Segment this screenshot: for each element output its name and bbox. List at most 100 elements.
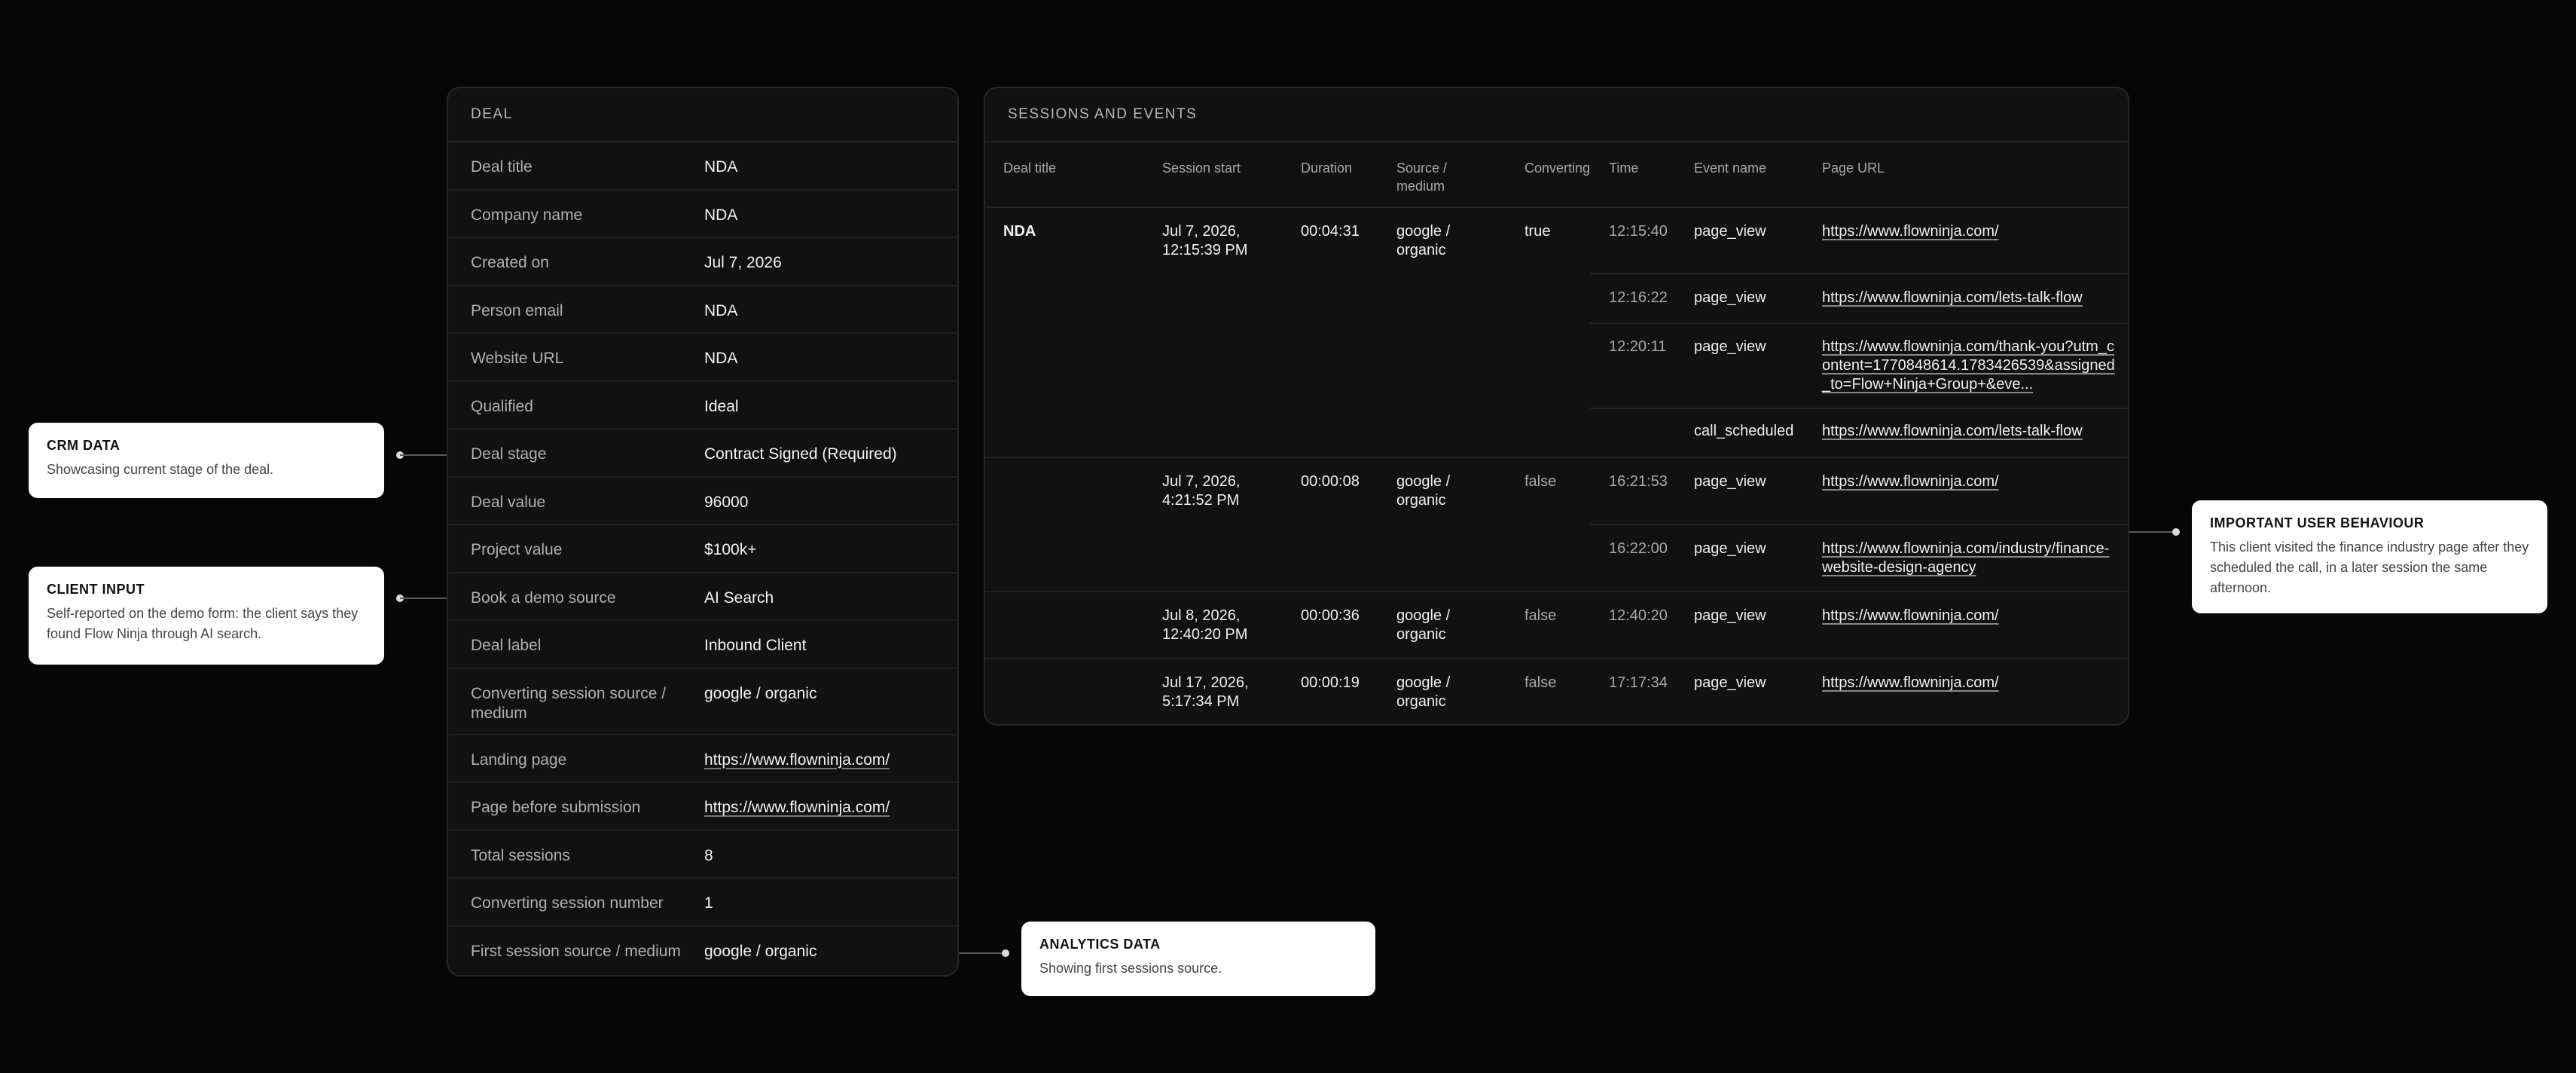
deal-title-cell: NDA — [1003, 223, 1036, 240]
sessions-panel: SESSIONS AND EVENTS Deal title Session s… — [984, 87, 2129, 726]
deal-rows: Deal title NDA Company name NDA Created on… — [448, 142, 957, 974]
callout-description: Showcasing current stage of the deal. — [47, 462, 274, 477]
connector-dot — [1002, 949, 1009, 957]
connector-line — [400, 454, 447, 456]
deal-key: Deal value — [471, 493, 546, 511]
deal-key: Converting session number — [471, 894, 664, 912]
session-start-cell: Jul 17, 2026, 5:17:34 PM — [1162, 674, 1249, 710]
deal-value: google / organic — [704, 684, 817, 702]
col-header-event-name: Event name — [1694, 160, 1767, 176]
deal-row-converting-number: Converting session number 1 — [448, 879, 957, 927]
source-cell: google / organic — [1396, 607, 1451, 643]
deal-panel: DEAL Deal title NDA Company name NDA Creat… — [447, 87, 959, 977]
event-time-cell: 16:21:53 — [1609, 473, 1668, 490]
deal-row-email: Person email NDA — [448, 286, 957, 334]
event-time-cell: 12:16:22 — [1609, 289, 1668, 306]
event-time-cell: 12:15:40 — [1609, 223, 1668, 240]
deal-key: Book a demo source — [471, 588, 616, 607]
col-header-duration: Duration — [1301, 160, 1353, 176]
event-name-cell: page_view — [1694, 607, 1766, 624]
duration-cell: 00:00:19 — [1301, 674, 1360, 691]
deal-row-deal-value: Deal value 96000 — [448, 478, 957, 525]
page-url-link[interactable]: https://www.flowninja.com/ — [1822, 222, 1999, 241]
deal-row-first-source: First session source / medium google / or… — [448, 927, 957, 975]
event-name-cell: page_view — [1694, 223, 1766, 240]
deal-value: NDA — [704, 350, 738, 367]
event-name-cell: page_view — [1694, 338, 1766, 355]
deal-key: Converting session source / medium — [471, 684, 667, 722]
deal-panel-header: DEAL — [448, 88, 957, 142]
deal-value: Ideal — [704, 397, 739, 415]
deal-row-project-value: Project value $100k+ — [448, 525, 957, 573]
page-url-link[interactable]: https://www.flowninja.com/thank-you?utm_… — [1822, 338, 2116, 394]
event-divider — [1590, 323, 2128, 324]
session-divider — [985, 658, 2128, 659]
page-url-link[interactable]: https://www.flowninja.com/lets-talk-flow — [1822, 289, 2083, 307]
event-time-cell: 12:20:11 — [1609, 338, 1667, 355]
deal-key: Project value — [471, 541, 563, 558]
event-divider — [1590, 408, 2128, 409]
page-url-link[interactable]: https://www.flowninja.com/ — [1822, 607, 1999, 625]
callout-analytics-data: ANALYTICS DATA Showing first sessions so… — [1021, 922, 1375, 996]
deal-key: Landing page — [471, 750, 567, 769]
converting-cell: true — [1525, 223, 1551, 240]
event-divider — [1590, 273, 2128, 274]
deal-value: NDA — [704, 158, 738, 176]
duration-cell: 00:00:36 — [1301, 607, 1360, 624]
session-start-cell: Jul 7, 2026, 12:15:39 PM — [1162, 223, 1248, 258]
callout-title: ANALYTICS DATA — [1039, 937, 1161, 952]
event-time-cell: 17:17:34 — [1609, 674, 1668, 691]
source-cell: google / organic — [1396, 473, 1451, 509]
event-name-cell: page_view — [1694, 289, 1766, 306]
connector-line — [2129, 531, 2176, 533]
callout-crm-data: CRM DATA Showcasing current stage of the… — [29, 423, 384, 498]
event-name-cell: page_view — [1694, 540, 1766, 557]
deal-value: AI Search — [704, 588, 774, 607]
source-cell: google / organic — [1396, 674, 1451, 710]
sessions-panel-header: SESSIONS AND EVENTS — [985, 88, 2128, 142]
col-header-source: Source / medium — [1396, 160, 1448, 194]
callout-user-behaviour: IMPORTANT USER BEHAVIOUR This client vis… — [2192, 500, 2547, 613]
event-time-cell: 12:40:20 — [1609, 607, 1668, 624]
source-cell: google / organic — [1396, 223, 1451, 258]
landing-page-link[interactable]: https://www.flowninja.com/ — [704, 735, 957, 770]
deal-key: Deal label — [471, 637, 542, 654]
deal-value: $100k+ — [704, 541, 757, 558]
col-header-page-url: Page URL — [1822, 160, 1885, 176]
converting-cell: false — [1525, 607, 1557, 624]
callout-description: Self-reported on the demo form: the clie… — [47, 606, 359, 641]
deal-key: Total sessions — [471, 846, 570, 864]
page-url-link[interactable]: https://www.flowninja.com/lets-talk-flow — [1822, 422, 2083, 441]
deal-key: Company name — [471, 206, 583, 224]
deal-row-converting-source: Converting session source / medium google… — [448, 669, 957, 735]
deal-row-label: Deal label Inbound Client — [448, 621, 957, 669]
deal-key: Deal title — [471, 158, 533, 176]
deal-value: Jul 7, 2026 — [704, 254, 782, 271]
deal-key: Person email — [471, 301, 563, 319]
callout-client-input: CLIENT INPUT Self-reported on the demo f… — [29, 567, 384, 665]
page-url-link[interactable]: https://www.flowninja.com/industry/finan… — [1822, 540, 2116, 577]
page-before-submission-link[interactable]: https://www.flowninja.com/ — [704, 783, 957, 818]
converting-cell: false — [1525, 473, 1557, 490]
deal-row-demo-source: Book a demo source AI Search — [448, 573, 957, 621]
deal-row-created: Created on Jul 7, 2026 — [448, 238, 957, 286]
event-name-cell: page_view — [1694, 674, 1766, 691]
col-header-session-start: Session start — [1162, 160, 1241, 176]
page-url-link[interactable]: https://www.flowninja.com/ — [1822, 674, 1999, 692]
session-start-cell: Jul 8, 2026, 12:40:20 PM — [1162, 607, 1248, 643]
deal-row-qualified: Qualified Ideal — [448, 382, 957, 430]
session-start-cell: Jul 7, 2026, 4:21:52 PM — [1162, 473, 1241, 509]
header-divider — [985, 206, 2128, 208]
deal-row-landing-page: Landing page https://www.flowninja.com/ — [448, 735, 957, 783]
deal-value: Contract Signed (Required) — [704, 445, 897, 463]
callout-title: CLIENT INPUT — [47, 582, 145, 597]
deal-key: Page before submission — [471, 799, 641, 816]
duration-cell: 00:04:31 — [1301, 223, 1360, 240]
col-header-time: Time — [1609, 160, 1639, 176]
connector-dot — [2172, 528, 2180, 536]
event-time-cell: 16:22:00 — [1609, 540, 1668, 557]
deal-row-title: Deal title NDA — [448, 142, 957, 191]
deal-value: 8 — [704, 846, 713, 864]
page-url-link[interactable]: https://www.flowninja.com/ — [1822, 472, 1999, 491]
deal-key: Created on — [471, 254, 549, 271]
